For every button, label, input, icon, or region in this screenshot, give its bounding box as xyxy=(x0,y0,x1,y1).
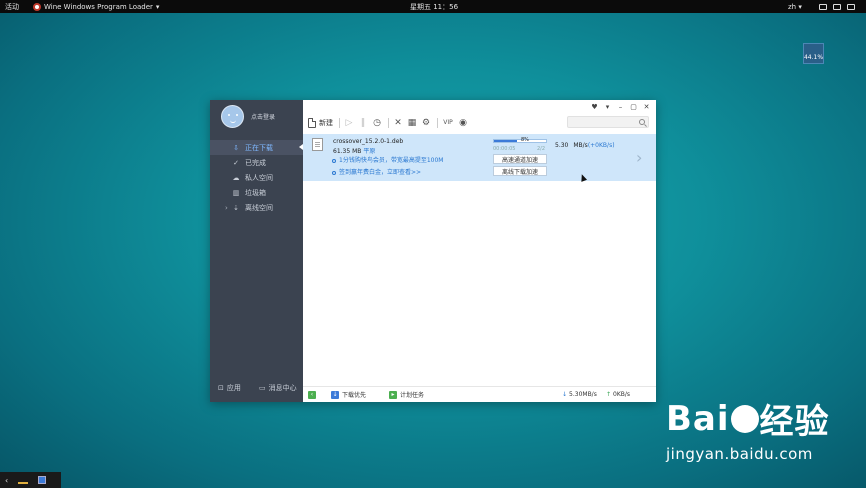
avatar[interactable] xyxy=(221,105,244,128)
progress-percent: 8% xyxy=(521,137,529,143)
minimize-icon[interactable]: – xyxy=(617,103,624,111)
activities-button[interactable]: 活动 xyxy=(5,2,19,12)
window-controls: ♥ ▾ – ▢ ✕ xyxy=(591,103,650,111)
chevron-right-icon[interactable]: › xyxy=(225,204,228,212)
settings-icon[interactable]: ⚙ xyxy=(421,118,431,128)
message-center-button[interactable]: ▭ 消息中心 xyxy=(259,383,297,393)
maximize-icon[interactable]: ▢ xyxy=(630,103,637,111)
wine-icon xyxy=(33,2,41,11)
bottom-dock: ‹ xyxy=(0,472,61,488)
back-icon[interactable]: ‹ xyxy=(5,476,8,485)
bullet-icon xyxy=(332,158,336,163)
arrow-down-icon: ↓ xyxy=(562,391,568,398)
sidebar-item-completed[interactable]: ✓ 已完成 xyxy=(210,155,303,170)
power-icon xyxy=(847,3,855,10)
menu-icon[interactable]: ▾ xyxy=(604,103,611,111)
back-icon[interactable]: ‹ xyxy=(308,390,316,399)
message-icon: ▭ xyxy=(259,384,266,392)
new-task-button[interactable]: 新建 xyxy=(308,118,333,128)
chevron-right-icon[interactable]: › xyxy=(636,148,642,167)
watermark-url: jingyan.baidu.com xyxy=(666,445,813,463)
vip-icon[interactable]: VIP xyxy=(442,118,454,128)
offline-accel-button[interactable]: 离线下载加速 xyxy=(493,166,547,176)
down-speed: ↓ 5.30MB/s xyxy=(562,391,597,398)
schedule-icon: ▸ xyxy=(389,390,397,399)
search-input[interactable] xyxy=(567,116,649,128)
play-icon[interactable]: ▷ xyxy=(344,118,354,128)
progress-fill xyxy=(494,140,518,142)
bullet-icon xyxy=(332,170,336,175)
new-file-icon xyxy=(308,118,316,128)
timer-icon[interactable]: ◷ xyxy=(372,118,382,128)
progress-bar xyxy=(493,139,547,143)
clock[interactable]: 星期五 11：56 xyxy=(410,2,458,12)
promo-link[interactable]: 签到赢年费白金，立即查看>> xyxy=(332,167,421,176)
search-icon xyxy=(639,119,645,125)
window-icon[interactable] xyxy=(38,476,47,484)
elapsed-time: 00:00:05 xyxy=(493,146,516,152)
files-icon[interactable] xyxy=(18,476,29,484)
volume-icon xyxy=(833,3,841,10)
rocket-icon[interactable]: ◉ xyxy=(458,118,468,128)
app-title: Wine Windows Program Loader xyxy=(44,2,153,11)
trash-icon: ▥ xyxy=(232,188,240,197)
system-tray[interactable] xyxy=(819,3,855,10)
chevron-down-icon: ▾ xyxy=(798,2,802,11)
download-speed: 5.30 MB/s(+0KB/s) xyxy=(555,142,615,149)
file-icon xyxy=(312,138,323,151)
sidebar-item-trash[interactable]: ▥ 垃圾箱 xyxy=(210,185,303,200)
heart-icon[interactable]: ♥ xyxy=(591,103,598,111)
sidebar: 点击登录 ⇩ 正在下载 ✓ 已完成 ☁ 私人空间 ▥ 垃圾箱 › ⇣ 离线空间 xyxy=(210,100,303,402)
file-count: 2/2 xyxy=(537,146,546,152)
delete-icon[interactable]: ✕ xyxy=(393,118,403,128)
chevron-down-icon: ▾ xyxy=(155,2,160,11)
sidebar-item-offline-space[interactable]: › ⇣ 离线空间 xyxy=(210,200,303,215)
close-icon[interactable]: ✕ xyxy=(643,103,650,111)
main-panel: ♥ ▾ – ▢ ✕ 新建 ▷ ‖ ◷ ✕ ▦ ⚙ VIP ◉ crossover… xyxy=(303,100,656,402)
watermark-brand: Bai 经验 xyxy=(666,398,830,443)
up-speed: ↑ 0KB/s xyxy=(606,391,631,398)
download-priority-button[interactable]: ↓ 下载优先 xyxy=(331,390,366,399)
toolbar-divider xyxy=(437,118,438,128)
login-link[interactable]: 点击登录 xyxy=(251,112,275,121)
toolbar-divider xyxy=(388,118,389,128)
status-badge: 平原 xyxy=(363,148,376,155)
display-icon xyxy=(819,3,827,10)
file-size: 61.35 MB 平原 xyxy=(333,148,376,155)
cloud-icon: ☁ xyxy=(232,173,240,182)
check-icon: ✓ xyxy=(233,158,239,167)
cpu-percent: 44.1% xyxy=(803,54,824,61)
apps-button[interactable]: ⊡ 应用 xyxy=(218,383,241,393)
sidebar-item-downloading[interactable]: ⇩ 正在下载 xyxy=(210,140,303,155)
cloud-dl-icon: ⇣ xyxy=(233,203,239,212)
grid-icon[interactable]: ▦ xyxy=(407,118,417,128)
sidebar-item-private-space[interactable]: ☁ 私人空间 xyxy=(210,170,303,185)
file-name: crossover_15.2.0-1.deb xyxy=(333,138,404,145)
high-speed-accel-button[interactable]: 高速通道加速 xyxy=(493,154,547,164)
download-row[interactable]: crossover_15.2.0-1.deb 61.35 MB 平原 1分钱购快鸟… xyxy=(303,134,656,181)
scheduled-task-button[interactable]: ▸ 计划任务 xyxy=(389,390,424,399)
cpu-usage-widget: 44.1% xyxy=(803,43,824,64)
baidu-watermark: Bai 经验 jingyan.baidu.com xyxy=(666,394,830,464)
apps-icon: ⊡ xyxy=(218,384,224,392)
status-bar: ‹ ↓ 下载优先 ▸ 计划任务 ↓ 5.30MB/s ↑ 0KB/s xyxy=(303,386,656,402)
paw-icon xyxy=(730,404,759,433)
sidebar-nav: ⇩ 正在下载 ✓ 已完成 ☁ 私人空间 ▥ 垃圾箱 › ⇣ 离线空间 xyxy=(210,140,303,215)
top-panel: 活动 Wine Windows Program Loader ▾ 星期五 11：… xyxy=(0,0,866,13)
arrow-up-icon: ↑ xyxy=(606,391,612,398)
toolbar-divider xyxy=(339,118,340,128)
pause-icon[interactable]: ‖ xyxy=(358,118,368,128)
promo-link[interactable]: 1分钱购快鸟会员，带宽最高提至100M xyxy=(332,155,443,164)
language-indicator[interactable]: zh ▾ xyxy=(788,3,802,11)
thunder-window: 点击登录 ⇩ 正在下载 ✓ 已完成 ☁ 私人空间 ▥ 垃圾箱 › ⇣ 离线空间 xyxy=(210,100,656,402)
app-menu[interactable]: Wine Windows Program Loader ▾ xyxy=(33,2,160,11)
download-icon: ⇩ xyxy=(233,143,239,152)
priority-icon: ↓ xyxy=(331,390,339,399)
